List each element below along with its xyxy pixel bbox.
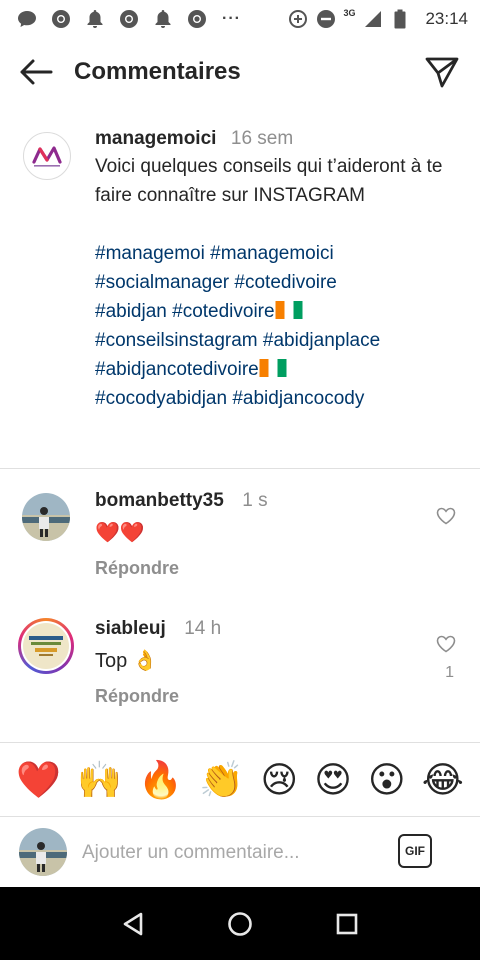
brand-logo-icon: [32, 146, 62, 167]
emoji-raised-hands-button[interactable]: 🙌: [77, 763, 122, 799]
notification-bell-icon: [84, 8, 106, 30]
like-button[interactable]: [434, 632, 458, 656]
battery-icon: [389, 8, 411, 30]
more-notifications-icon: ···: [222, 10, 241, 27]
profile-photo-icon: [19, 828, 67, 876]
signal-icon: [361, 8, 383, 30]
hashtag-list: #managemoi #managemoici #socialmanager #…: [95, 239, 455, 413]
emoji-laughing-button[interactable]: 😂: [422, 763, 464, 799]
header: Commentaires: [0, 38, 480, 106]
emoji-fire-button[interactable]: 🔥: [138, 763, 183, 799]
emoji-surprised-button[interactable]: 😮: [368, 763, 406, 799]
heart-outline-icon: [436, 635, 456, 653]
nav-recents-button[interactable]: [327, 904, 367, 944]
hashtag-link[interactable]: #abidjan: [95, 301, 167, 322]
reply-button[interactable]: Répondre: [95, 686, 415, 707]
chrome-icon: [50, 8, 72, 30]
divider: [0, 816, 480, 817]
paper-plane-icon: [425, 57, 459, 88]
emoji-heart-button[interactable]: ❤️: [16, 763, 61, 799]
clock: 23:14: [425, 9, 468, 28]
caption-username[interactable]: managemoici: [95, 128, 216, 149]
current-user-avatar: [19, 828, 67, 876]
circle-home-icon: [228, 911, 252, 936]
nav-back-button[interactable]: [113, 904, 153, 944]
hashtag-link[interactable]: #cotedivoire: [234, 272, 336, 293]
avatar[interactable]: [22, 493, 70, 541]
hashtag-link[interactable]: #abidjancotedivoire: [95, 359, 259, 380]
hashtag-link[interactable]: #cotedivoire: [172, 301, 274, 322]
hashtag-link[interactable]: #cocodyabidjan: [95, 388, 227, 409]
chrome-icon: [118, 8, 140, 30]
nav-home-button[interactable]: [220, 904, 260, 944]
chrome-icon: [186, 8, 208, 30]
square-recents-icon: [336, 913, 357, 934]
avatar[interactable]: [23, 132, 71, 180]
emoji-sad-button[interactable]: 😢: [260, 763, 298, 799]
emoji-reaction-bar: ❤️ 🙌 🔥 👏 😢 😍 😮 😂: [0, 752, 480, 810]
comment-time: 14 h: [184, 618, 222, 639]
network-type-label: 3G: [343, 8, 356, 18]
hashtag-link[interactable]: #conseilsinstagram: [95, 330, 258, 351]
avatar-story-ring[interactable]: [18, 618, 74, 674]
system-nav-bar: [0, 887, 480, 960]
page-title: Commentaires: [74, 58, 241, 85]
emoji-heart-eyes-button[interactable]: 😍: [314, 763, 352, 799]
divider: [0, 742, 480, 743]
triangle-back-icon: [124, 912, 143, 935]
ivory-coast-flag-icon: [275, 301, 303, 319]
back-button[interactable]: [14, 50, 58, 94]
divider: [0, 468, 480, 469]
chat-bubble-icon: [16, 8, 38, 30]
profile-photo-icon: [22, 493, 70, 541]
like-count: 1: [445, 664, 454, 681]
share-button[interactable]: [420, 50, 464, 94]
reply-button[interactable]: Répondre: [95, 558, 415, 579]
comment-text: Top 👌: [95, 650, 158, 672]
hashtag-link[interactable]: #abidjancocody: [232, 388, 364, 409]
ivory-coast-flag-icon: [259, 359, 287, 377]
caption-text: Voici quelques conseils qui t’aideront à…: [95, 156, 443, 206]
do-not-disturb-icon: [315, 8, 337, 30]
caption-time: 16 sem: [230, 128, 294, 149]
comment-time: 1 s: [242, 490, 268, 511]
comment-composer: GIF: [0, 818, 480, 886]
emoji-clap-button[interactable]: 👏: [199, 763, 244, 799]
hashtag-link[interactable]: #managemoici: [210, 243, 334, 264]
hashtag-link[interactable]: #socialmanager: [95, 272, 229, 293]
hashtag-link[interactable]: #abidjanplace: [263, 330, 380, 351]
profile-photo-icon: [23, 623, 69, 669]
like-button[interactable]: [434, 504, 458, 528]
comment-username[interactable]: siableuj: [95, 618, 166, 639]
gif-button[interactable]: GIF: [398, 834, 432, 868]
comment-text: ❤️❤️: [95, 522, 145, 544]
status-bar: ··· 3G 23:14: [0, 0, 480, 38]
data-saver-icon: [287, 8, 309, 30]
arrow-left-icon: [20, 59, 53, 85]
comment-username[interactable]: bomanbetty35: [95, 490, 224, 511]
hashtag-link[interactable]: #managemoi: [95, 243, 205, 264]
heart-outline-icon: [436, 507, 456, 525]
comment-input[interactable]: [82, 838, 372, 868]
notification-bell-icon: [152, 8, 174, 30]
